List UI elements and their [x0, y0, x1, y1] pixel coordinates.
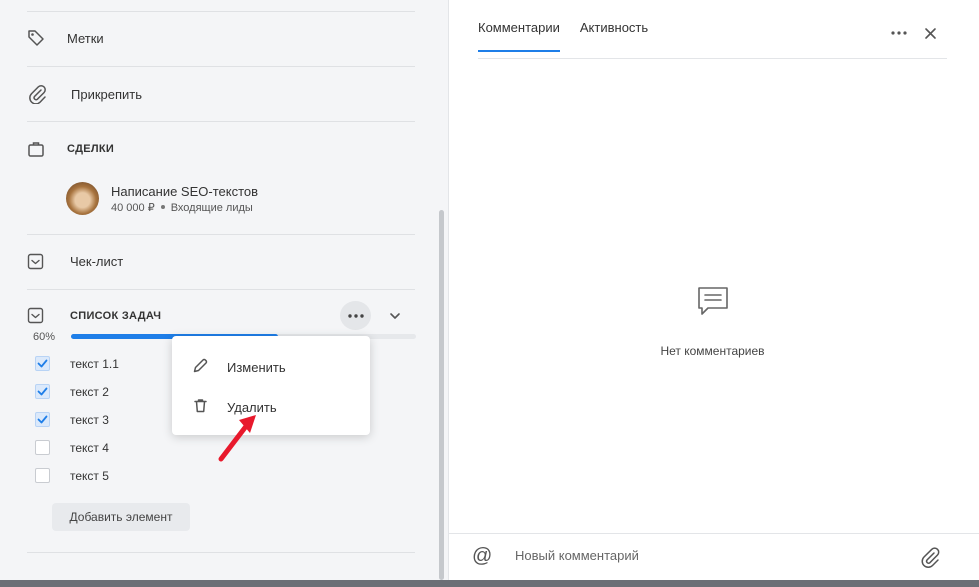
checklist-icon [27, 253, 59, 270]
deal-stage: Входящие лиды [170, 201, 253, 214]
divider [27, 66, 415, 67]
edit-menu-item[interactable]: Изменить [192, 357, 286, 377]
task-item-label[interactable]: текст 1.1 [70, 357, 119, 371]
avatar [66, 182, 99, 215]
task-checkbox[interactable] [35, 440, 50, 455]
scrollbar[interactable] [439, 210, 444, 580]
task-checkbox[interactable] [35, 468, 50, 483]
trash-icon [192, 397, 209, 417]
comment-input[interactable] [515, 548, 895, 563]
more-dots-icon [347, 313, 364, 318]
deal-card[interactable]: Написание SEO-текстов 40 000 ₽ Входящие л… [66, 182, 258, 215]
checklist-row[interactable]: Чек-лист [27, 253, 123, 270]
task-checkbox[interactable] [35, 384, 50, 399]
close-icon[interactable] [924, 27, 937, 45]
empty-state: Нет комментариев [600, 285, 825, 358]
deals-header: СДЕЛКИ [67, 143, 115, 155]
chevron-down-icon[interactable] [388, 309, 402, 328]
check-icon [37, 387, 48, 396]
tabs-divider [478, 58, 947, 59]
deal-title: Написание SEO-текстов [111, 183, 259, 199]
more-dots-icon[interactable] [890, 26, 908, 45]
task-checkbox[interactable] [35, 356, 50, 371]
check-icon [37, 359, 48, 368]
divider [27, 552, 415, 553]
tab-comments[interactable]: Комментарии [478, 20, 560, 52]
task-item-label[interactable]: текст 3 [70, 413, 109, 427]
tags-label: Метки [67, 30, 104, 46]
empty-text: Нет комментариев [660, 344, 765, 358]
divider [27, 121, 415, 122]
task-list-more-button[interactable] [340, 301, 371, 330]
tab-activity[interactable]: Активность [580, 20, 648, 51]
task-list-header-row[interactable]: СПИСОК ЗАДАЧ [27, 307, 161, 324]
deals-header-row: СДЕЛКИ [27, 140, 114, 158]
divider [27, 11, 415, 12]
composer-divider [448, 533, 979, 534]
tag-icon [27, 29, 59, 47]
check-icon [37, 415, 48, 424]
pencil-icon [192, 357, 209, 377]
add-item-button[interactable]: Добавить элемент [52, 503, 190, 531]
paperclip-icon [27, 84, 59, 104]
tags-row[interactable]: Метки [27, 29, 104, 47]
at-icon[interactable]: @ [472, 545, 492, 568]
deal-amount: 40 000 ₽ [111, 201, 155, 214]
task-checkbox[interactable] [35, 412, 50, 427]
red-arrow [218, 415, 256, 462]
attach-label: Прикрепить [71, 86, 143, 102]
task-item-label[interactable]: текст 5 [70, 469, 109, 483]
context-menu: Изменить Удалить [172, 336, 370, 435]
briefcase-icon [27, 140, 59, 158]
tab-bar: Комментарии Активность [478, 20, 668, 52]
checklist-icon [27, 307, 59, 324]
divider [27, 234, 415, 235]
checklist-label: Чек-лист [70, 254, 124, 269]
edit-label: Изменить [227, 359, 286, 375]
attach-row[interactable]: Прикрепить [27, 84, 142, 104]
progress-percent: 60% [33, 331, 56, 343]
comment-icon [696, 287, 730, 321]
task-list-header: СПИСОК ЗАДАЧ [70, 309, 162, 322]
task-sidebar: Метки Прикрепить СДЕЛКИ Написание SEO-те… [0, 0, 449, 580]
task-item-label[interactable]: текст 4 [70, 441, 109, 455]
window-bottom-edge [0, 580, 979, 587]
attach-icon[interactable] [919, 547, 941, 574]
divider [27, 289, 415, 290]
task-item-label[interactable]: текст 2 [70, 385, 109, 399]
separator-dot [160, 204, 165, 209]
